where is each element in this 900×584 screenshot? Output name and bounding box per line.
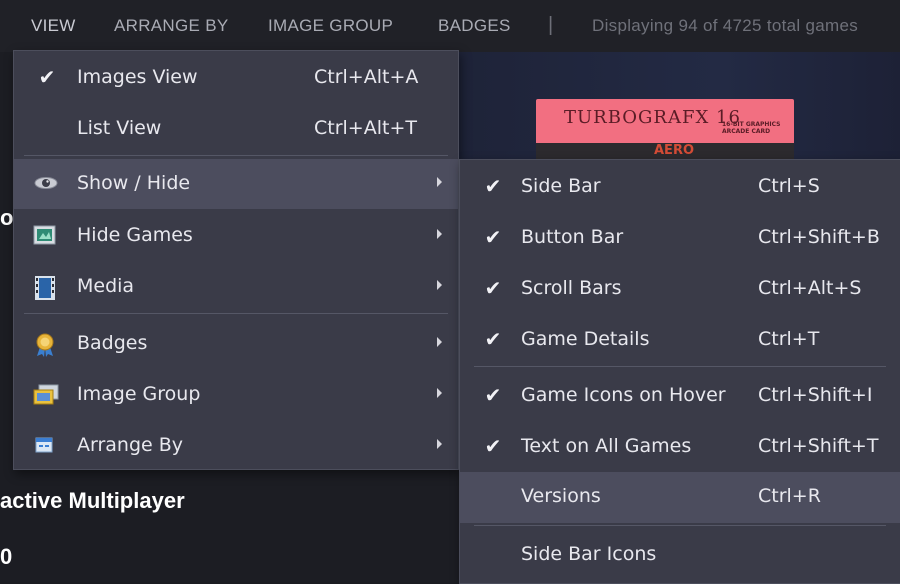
background-feature-text: active Multiplayer <box>0 488 185 513</box>
menu-item-side-bar-icons[interactable]: Side Bar Icons <box>460 530 900 579</box>
view-menu: ✔ Images View Ctrl+Alt+A List View Ctrl+… <box>13 50 459 470</box>
menu-item-arrange-by[interactable]: Arrange By <box>14 421 458 470</box>
menu-divider <box>474 525 886 526</box>
menu-item-scroll-bars[interactable]: ✔ Scroll Bars Ctrl+Alt+S <box>460 264 900 313</box>
menu-item-label: Hide Games <box>77 224 193 246</box>
check-icon: ✔ <box>484 225 502 249</box>
submenu-arrow-icon <box>437 280 442 290</box>
menu-item-shortcut: Ctrl+Shift+I <box>758 384 873 406</box>
menu-item-label: Button Bar <box>521 226 624 248</box>
menu-item-shortcut: Ctrl+Shift+T <box>758 435 879 457</box>
background-number-text: 0 <box>0 544 13 569</box>
submenu-arrow-icon <box>437 229 442 239</box>
submenu-arrow-icon <box>437 177 442 187</box>
menu-item-image-group[interactable]: Image Group <box>14 370 458 419</box>
menu-item-shortcut: Ctrl+T <box>758 328 820 350</box>
check-icon: ✔ <box>484 174 502 198</box>
check-icon: ✔ <box>484 434 502 458</box>
menu-item-shortcut: Ctrl+Alt+S <box>758 277 862 299</box>
submenu-arrow-icon <box>437 337 442 347</box>
arrange-icon <box>33 435 55 455</box>
check-icon: ✔ <box>484 327 502 351</box>
menu-item-shortcut: Ctrl+R <box>758 485 821 507</box>
toolbar-arrange-by-menu[interactable]: ARRANGE BY <box>114 16 228 36</box>
check-icon: ✔ <box>38 65 56 89</box>
menu-item-label: Side Bar <box>521 175 601 197</box>
show-hide-submenu: ✔ Side Bar Ctrl+S ✔ Button Bar Ctrl+Shif… <box>459 159 900 584</box>
menu-item-label: Images View <box>77 66 198 88</box>
menu-item-label: Text on All Games <box>521 435 692 457</box>
menu-item-shortcut: Ctrl+Alt+A <box>314 66 419 88</box>
menu-item-shortcut: Ctrl+Shift+B <box>758 226 880 248</box>
toolbar-separator: | <box>548 14 554 36</box>
menu-item-label: Arrange By <box>77 434 184 456</box>
menu-item-images-view[interactable]: ✔ Images View Ctrl+Alt+A <box>14 53 458 102</box>
menu-item-label: Badges <box>77 332 148 354</box>
menu-item-shortcut: Ctrl+S <box>758 175 820 197</box>
menu-item-list-view[interactable]: List View Ctrl+Alt+T <box>14 104 458 153</box>
toolbar-view-menu[interactable]: VIEW <box>31 16 76 36</box>
check-icon: ✔ <box>484 383 502 407</box>
menu-item-text-on-all-games[interactable]: ✔ Text on All Games Ctrl+Shift+T <box>460 422 900 471</box>
film-strip-icon <box>33 276 55 300</box>
toolbar-badges-menu[interactable]: BADGES <box>438 16 511 36</box>
menu-item-label: List View <box>77 117 162 139</box>
toolbar-image-group-menu[interactable]: IMAGE GROUP <box>268 16 393 36</box>
menu-item-badges[interactable]: Badges <box>14 319 458 368</box>
menu-item-label: Side Bar Icons <box>521 543 657 565</box>
game-box-art[interactable]: TURBOGRAFX 16 16-BIT GRAPHICS ARCADE CAR… <box>536 99 794 163</box>
menu-divider <box>24 155 448 156</box>
menu-item-media[interactable]: Media <box>14 262 458 311</box>
submenu-arrow-icon <box>437 388 442 398</box>
menu-divider <box>474 366 886 367</box>
badge-medal-icon <box>33 333 55 357</box>
submenu-arrow-icon <box>437 439 442 449</box>
box-art-strip-title: AERO <box>654 143 695 158</box>
menu-item-show-hide[interactable]: Show / Hide <box>14 159 458 209</box>
menu-item-button-bar[interactable]: ✔ Button Bar Ctrl+Shift+B <box>460 213 900 262</box>
menu-item-label: Game Icons on Hover <box>521 384 726 406</box>
menu-item-label: Show / Hide <box>77 172 191 194</box>
menu-divider <box>24 313 448 314</box>
menu-item-label: Media <box>77 275 135 297</box>
box-art-subtitle: 16-BIT GRAPHICS ARCADE CARD <box>722 121 781 135</box>
menu-item-side-bar[interactable]: ✔ Side Bar Ctrl+S <box>460 162 900 211</box>
eye-icon <box>33 173 58 193</box>
menu-item-game-details[interactable]: ✔ Game Details Ctrl+T <box>460 315 900 364</box>
box-art-logo: TURBOGRAFX 16 <box>564 107 741 128</box>
menu-item-hide-games[interactable]: Hide Games <box>14 211 458 260</box>
games-count-status: Displaying 94 of 4725 total games <box>592 16 859 35</box>
check-icon: ✔ <box>484 276 502 300</box>
menu-item-label: Game Details <box>521 328 650 350</box>
background-game-title-fragment: o <box>0 205 14 230</box>
menu-item-label: Versions <box>521 485 601 507</box>
hide-games-icon <box>33 225 56 245</box>
menu-item-label: Scroll Bars <box>521 277 622 299</box>
menu-item-versions[interactable]: Versions Ctrl+R <box>460 472 900 523</box>
top-toolbar: VIEW ARRANGE BY IMAGE GROUP BADGES | Dis… <box>0 0 900 52</box>
menu-item-label: Image Group <box>77 383 201 405</box>
image-group-icon <box>33 384 59 405</box>
menu-item-game-icons-on-hover[interactable]: ✔ Game Icons on Hover Ctrl+Shift+I <box>460 371 900 420</box>
menu-item-shortcut: Ctrl+Alt+T <box>314 117 417 139</box>
